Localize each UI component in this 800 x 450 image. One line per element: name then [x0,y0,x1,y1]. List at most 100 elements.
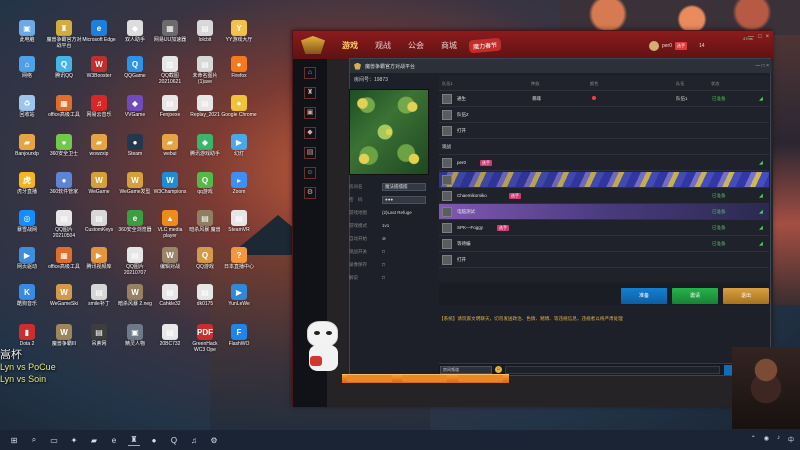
desktop-shortcut[interactable]: ▣ 此电脑 [9,18,45,58]
desktop-shortcut[interactable]: ▥ QQ截图20210621 [152,54,188,94]
desktop-shortcut[interactable]: ▶ YunLeWe [221,282,257,322]
autostart-icon[interactable]: ⊘ [382,236,386,242]
tray-arrow-icon[interactable]: ⌃ [751,435,756,444]
desktop-shortcut[interactable]: 虎虎牙直播 [9,170,45,210]
desktop-shortcut[interactable]: W WeGame [81,170,117,210]
table-row[interactable]: 打开 [439,252,769,268]
battle-icon[interactable]: ♜ [304,87,316,99]
desktop-shortcut[interactable]: ● Google Chrome [221,93,257,133]
desktop-shortcut[interactable]: ? 日本直播中心 [221,245,257,285]
desktop-shortcut[interactable]: ▦ 网易UU加速器 [152,18,188,58]
desktop-shortcut[interactable]: ◆ 腾讯游戏助手 [187,132,223,172]
open-slot[interactable]: 打开 [457,257,466,263]
desktop-shortcut[interactable]: ▤ 未命名图片(1)ave [187,54,223,94]
orange-button[interactable] [402,375,448,382]
desktop-shortcut[interactable]: ● 360软件管家 [46,170,82,210]
maximize-button[interactable]: □ [758,34,762,40]
desktop-shortcut[interactable]: ▶ 网页驱动 [9,245,45,285]
minimize-button[interactable]: — [748,34,754,40]
table-row[interactable]: per0 选手 ◢ [439,155,769,171]
race-value[interactable]: 暴躁 [532,96,541,102]
table-row[interactable]: 打开 [439,123,769,139]
chat-channel-select[interactable]: 房间频道 [440,365,492,374]
search-icon[interactable]: ⌕ [28,434,40,446]
desktop-shortcut[interactable]: ▤ QQ图片20210707 [117,245,153,285]
desktop-shortcut[interactable]: PDF GreenHack WC3 Ope [187,322,223,362]
color-dot-icon[interactable] [592,96,596,101]
desktop-shortcut[interactable]: W WeGame发型 [117,170,153,210]
orange-button[interactable] [347,375,393,382]
emoji-icon[interactable]: ☺ [495,366,502,373]
warcraft-taskbar-icon[interactable]: ♜ [128,434,140,446]
desktop-shortcut[interactable]: ● Steam [117,132,153,172]
desktop-shortcut[interactable]: ▣ 精灵人物 [117,322,153,362]
tab-guild[interactable]: 公会 [408,40,424,51]
map-icon[interactable]: ▤ [304,147,316,159]
desktop-shortcut[interactable]: F FlashWO [221,322,257,362]
task-view-icon[interactable]: ▭ [48,434,60,446]
desktop-shortcut[interactable]: ▲ VLC media player [152,208,188,248]
desktop-shortcut[interactable]: ◆ VVGame [117,93,153,133]
quit-button[interactable]: 退出 [723,288,769,304]
desktop-shortcut[interactable]: ◆ 双人助手 [117,18,153,58]
desktop-shortcut[interactable]: K 酷狗音乐 [9,282,45,322]
settings-icon[interactable]: ⚙ [208,434,220,446]
invite-button[interactable]: 邀请 [672,288,718,304]
desktop-shortcut[interactable]: ▰ Banjourxlp [9,132,45,172]
desktop-shortcut[interactable]: ▦ office高级工具 [46,245,82,285]
checkbox-icon[interactable]: □ [382,262,385,267]
user-profile[interactable]: per0 选手 14 [649,40,769,52]
input-language[interactable]: 中 [788,435,794,444]
desktop-shortcut[interactable]: W 暗杀风暴 2.neg [117,282,153,322]
desktop-shortcut[interactable]: ⌂ 网络 [9,54,45,94]
windows-start-icon[interactable]: ⊞ [8,434,20,446]
shop-icon[interactable]: ◆ [304,127,316,139]
table-row[interactable]: SPK—Foggy 选手 已准备 ◢ [439,220,769,236]
desktop-shortcut[interactable]: Y YY游戏大厅 [221,18,257,58]
desktop-shortcut[interactable]: Qqq游戏 [187,170,223,210]
event-badge[interactable]: 魔力春节 [468,37,502,53]
desktop-shortcut[interactable]: ♫ 网易云音乐 [81,93,117,133]
desktop-shortcut[interactable]: W 编辑对战 [152,245,188,285]
desktop-shortcut[interactable]: ▦ office高级工具 [46,93,82,133]
desktop-shortcut[interactable]: ▤ 20BC732 [152,322,188,362]
password-field[interactable]: ●●● [382,195,426,204]
desktop-shortcut[interactable]: W W3Booster [81,54,117,94]
orange-button[interactable] [457,375,503,382]
network-icon[interactable]: ◉ [764,435,769,444]
close-button[interactable]: × [766,34,770,40]
table-row[interactable]: 电脑测试 已准备 ◢ [439,204,769,220]
desktop-shortcut[interactable]: W WeGameSki [46,282,82,322]
desktop-shortcut[interactable]: ▰ webui [152,132,188,172]
desktop-shortcut[interactable]: ▸ Zoom [221,170,257,210]
desktop-shortcut[interactable]: ▶ 腾讯视频库 [81,245,117,285]
table-row[interactable]: 通生 暴躁 队伍1 已准备 ◢ [439,91,769,107]
steam-icon[interactable]: ● [148,434,160,446]
desktop-shortcut[interactable]: ▤ Replay_2021 [187,93,223,133]
desktop-shortcut[interactable]: Q QQGame [117,54,153,94]
desktop-shortcut[interactable]: W W3Champions [152,170,188,210]
avatar[interactable] [649,41,659,51]
open-slot[interactable]: 打开 [457,128,466,134]
record-icon[interactable]: ▣ [304,107,316,119]
room-name-field[interactable]: 魔法擂擂擂 [382,182,426,191]
desktop-shortcut[interactable]: ▰ wowzxip [81,132,117,172]
desktop-shortcut[interactable]: Q QQ游戏 [187,245,223,285]
desktop-shortcut[interactable]: Q 腾讯QQ [46,54,82,94]
edge-icon[interactable]: e [108,434,120,446]
desktop-shortcut[interactable]: ▤ QQ图片20210504 [46,208,82,248]
volume-icon[interactable]: ♪ [777,435,780,444]
home-icon[interactable]: ⌂ [304,67,316,79]
qq-icon[interactable]: Q [168,434,180,446]
checkbox-icon[interactable]: □ [382,275,385,280]
desktop-shortcut[interactable]: ● Firefox [221,54,257,94]
friends-icon[interactable]: ☺ [304,167,316,179]
tab-game[interactable]: 游戏 [342,40,358,51]
desktop-shortcut[interactable]: e 360安全浏览器 [117,208,153,248]
desktop-shortcut[interactable]: ▤ 暗杀风暴 魔兽 [187,208,223,248]
desktop-shortcut[interactable]: ▤ lolcbit [187,18,223,58]
ready-button[interactable]: 准备 [621,288,667,304]
desktop-shortcut[interactable]: ▤ SteamVR [221,208,257,248]
table-row[interactable]: Chaemikomiko 选手 已准备 ◢ [439,188,769,204]
desktop-shortcut[interactable]: ♻ 回收站 [9,93,45,133]
